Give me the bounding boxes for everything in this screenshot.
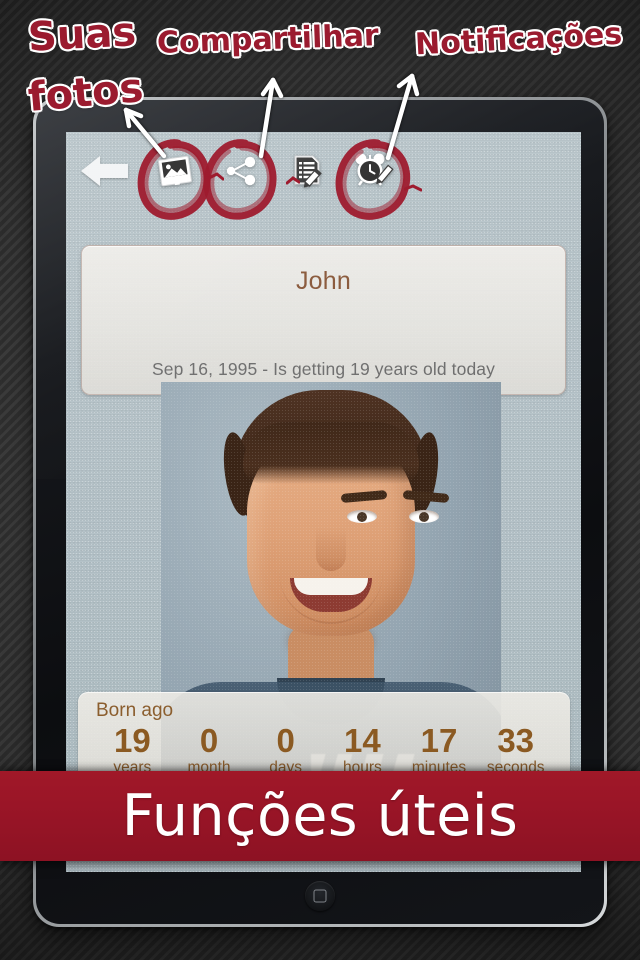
countdown-cell: 0 days [247, 724, 324, 777]
person-info-card: John Sep 16, 1995 - Is getting 19 years … [81, 245, 566, 395]
notifications-button[interactable] [350, 148, 396, 194]
person-name: John [295, 267, 351, 295]
back-button[interactable] [78, 150, 132, 192]
bottom-banner: Funções úteis [0, 771, 640, 861]
countdown-cell: 0 month [171, 724, 248, 777]
banner-text: Funções úteis [121, 782, 519, 849]
countdown-value: 19 [113, 721, 151, 759]
app-screen: John Sep 16, 1995 - Is getting 19 years … [66, 132, 581, 872]
person-birthday-subtitle: Sep 16, 1995 - Is getting 19 years old t… [152, 359, 495, 379]
countdown-cell: 14 hours [324, 724, 401, 777]
born-ago-row: 19 years 0 month 0 days 14 hours 17 minu… [94, 724, 554, 777]
countdown-value: 17 [420, 721, 458, 759]
screenshot-root: John Sep 16, 1995 - Is getting 19 years … [0, 0, 640, 960]
born-ago-label: Born ago [96, 700, 174, 721]
countdown-cell: 33 seconds [477, 724, 554, 777]
countdown-cell: 19 years [94, 724, 171, 777]
countdown-value: 0 [199, 721, 219, 759]
countdown-value: 14 [343, 721, 381, 759]
share-button[interactable] [218, 148, 264, 194]
home-button[interactable] [305, 881, 335, 911]
annotation-label-photos-line1: Suas [26, 9, 138, 61]
countdown-value: 0 [276, 721, 295, 759]
photos-button[interactable] [152, 148, 198, 194]
app-toolbar [66, 132, 581, 214]
countdown-cell: 17 minutes [401, 724, 478, 777]
notes-button[interactable] [284, 148, 330, 194]
countdown-value: 33 [497, 721, 535, 759]
